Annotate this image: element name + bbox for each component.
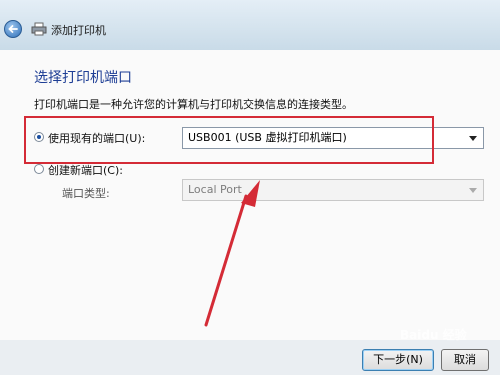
watermark: Baidu 经验: [400, 328, 467, 342]
annotation-arrow: [204, 180, 260, 327]
cancel-button[interactable]: 取消: [441, 349, 489, 371]
next-button[interactable]: 下一步(N): [362, 349, 434, 371]
